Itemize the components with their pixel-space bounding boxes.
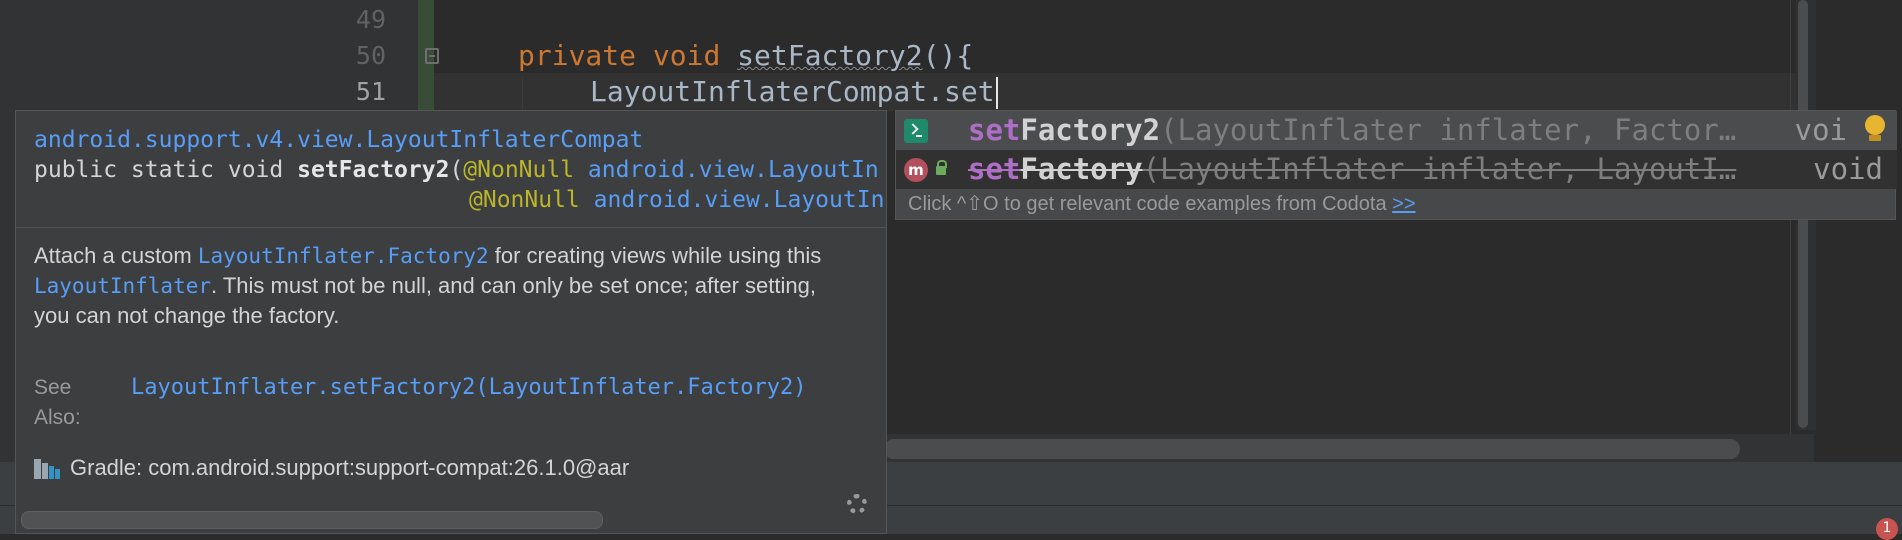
line-number: 50 [355,41,386,70]
library-icon [34,457,64,481]
doc-signature-line-2: @NonNull android.view.LayoutIn [469,185,884,215]
method-icon: m [904,158,928,182]
keyword: private [518,39,637,72]
doc-link[interactable]: LayoutInflater [34,274,211,298]
gradle-source: Gradle: com.android.support:support-comp… [34,453,629,483]
completion-text: setFactory2(LayoutInflater inflater, Fac… [968,111,1736,150]
completion-name: Factory2 [1020,113,1161,147]
doc-annotation: @NonNull [463,157,575,183]
quick-documentation-popup: android.support.v4.view.LayoutInflaterCo… [15,110,887,534]
lightbulb-icon[interactable] [1864,115,1886,143]
see-also-link[interactable]: LayoutInflater.setFactory2(LayoutInflate… [131,373,807,403]
console-icon [904,119,928,143]
hint-text: Click ^⇧O to get relevant code examples … [908,193,1393,215]
doc-class-link[interactable]: android.support.v4.view.LayoutInflaterCo… [34,127,643,153]
method-name: setFactory2 [737,39,923,72]
doc-header: android.support.v4.view.LayoutInflaterCo… [16,111,886,228]
doc-signature-prefix: public static void [34,157,298,183]
line-number-current: 51 [355,77,386,106]
doc-link[interactable]: LayoutInflater.Factory2 [198,244,489,268]
code-line-50[interactable]: private void setFactory2(){ [518,38,973,74]
doc-text: for creating views while using this [488,243,822,268]
completion-match: set [968,152,1021,186]
doc-method-name: setFactory2 [297,157,450,183]
doc-signature-line: public static void setFactory2(@NonNull … [34,155,879,185]
code-completion-popup: setFactory2(LayoutInflater inflater, Fac… [895,110,1897,220]
see-also-label: See Also: [34,376,81,429]
completion-item[interactable]: m setFactory(LayoutInflater inflater, La… [896,150,1897,189]
right-margin-guide [1790,0,1791,450]
doc-param-type-link[interactable]: android.view.LayoutIn [574,157,879,183]
keyword: void [652,39,721,72]
doc-description: Attach a custom LayoutInflater.Factory2 … [34,241,854,331]
horizontal-scrollbar-thumb[interactable] [884,439,1740,459]
completion-params: (LayoutInflater inflater, Factor… [1160,113,1737,147]
completion-item[interactable]: setFactory2(LayoutInflater inflater, Fac… [896,111,1897,150]
text-caret [995,77,998,109]
lock-icon [936,160,947,175]
gradle-text: Gradle: com.android.support:support-comp… [70,455,630,480]
doc-horizontal-scrollbar[interactable] [21,511,603,529]
codota-link[interactable]: >> [1392,193,1415,215]
code-text: LayoutInflaterCompat.set [590,75,995,108]
line-number: 49 [355,5,386,34]
doc-class-line: android.support.v4.view.LayoutInflaterCo… [34,125,643,155]
completion-name: Factory [1020,152,1143,186]
completion-match: set [968,113,1021,147]
completion-hint: Click ^⇧O to get relevant code examples … [908,191,1416,217]
fold-icon[interactable] [425,48,439,64]
code-line-51[interactable]: LayoutInflaterCompat.set [590,74,998,110]
completion-return-type: void [1813,152,1883,186]
doc-param-type-link[interactable]: android.view.LayoutIn [580,187,885,213]
gear-icon[interactable] [844,491,870,517]
error-count-badge[interactable]: 1 [1876,518,1898,540]
code-punctuation: (){ [922,39,974,72]
doc-text: Attach a custom [34,243,198,268]
doc-annotation: @NonNull [469,187,580,213]
completion-return-type: voi [1794,113,1847,147]
completion-text: setFactory(LayoutInflater inflater, Layo… [968,150,1736,189]
doc-signature-paren: ( [449,157,464,183]
completion-params: (LayoutInflater inflater, LayoutI… [1142,152,1737,186]
